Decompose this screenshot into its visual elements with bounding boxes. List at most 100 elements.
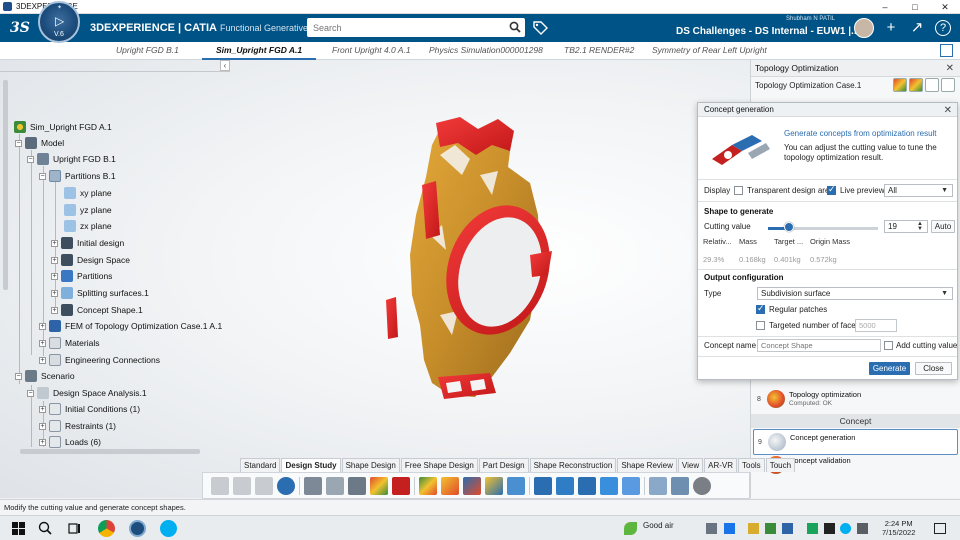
- compass-north-quadrant[interactable]: ✦: [57, 4, 62, 11]
- weather-status[interactable]: Good air: [643, 521, 674, 530]
- expand-icon[interactable]: +: [39, 405, 46, 413]
- tree-node-model[interactable]: − Model: [15, 136, 64, 150]
- help-icon[interactable]: ?: [935, 20, 951, 36]
- design-space-icon[interactable]: [304, 476, 322, 495]
- tree-node-scenario[interactable]: − Scenario: [15, 369, 75, 383]
- tray-icon[interactable]: [782, 523, 793, 534]
- transparent-design-area-checkbox[interactable]: [734, 186, 743, 195]
- move-icon[interactable]: [622, 476, 640, 495]
- search-input[interactable]: [307, 18, 497, 37]
- close-window-button[interactable]: ✕: [930, 0, 960, 14]
- tray-icon[interactable]: [724, 523, 735, 534]
- tree-node-loads[interactable]: + Loads (6): [39, 435, 101, 449]
- tree-node-partitions-b1[interactable]: − Partitions B.1: [39, 169, 116, 183]
- tab-physics-simulation[interactable]: Physics Simulation000001298: [429, 45, 543, 55]
- step-concept-generation[interactable]: 9 Concept generation: [753, 429, 958, 455]
- stress-icon[interactable]: [441, 476, 459, 495]
- tray-icon[interactable]: [765, 523, 776, 534]
- expand-icon[interactable]: +: [39, 438, 46, 446]
- optimized-upright-part[interactable]: [380, 115, 570, 405]
- copy-icon[interactable]: [233, 476, 251, 495]
- import-icon[interactable]: [348, 476, 366, 495]
- collapse-icon[interactable]: −: [39, 172, 46, 180]
- tab-standard[interactable]: Standard: [240, 458, 281, 472]
- optimization-icon[interactable]: [419, 476, 437, 495]
- step-topology-optimization[interactable]: 8 Topology optimization Computed: OK: [753, 387, 958, 413]
- material-icon[interactable]: [370, 476, 388, 495]
- tree-node-yz-plane[interactable]: yz plane: [64, 203, 112, 217]
- simulate-icon[interactable]: [693, 476, 711, 495]
- connection-icon[interactable]: [649, 476, 667, 495]
- tree-node-xy-plane[interactable]: xy plane: [64, 186, 112, 200]
- moment-icon[interactable]: [600, 476, 618, 495]
- tree-node-splitting-surfaces[interactable]: + Splitting surfaces.1: [51, 286, 149, 300]
- expand-icon[interactable]: +: [39, 356, 46, 364]
- targeted-faces-checkbox[interactable]: [756, 321, 765, 330]
- tab-sim-upright-fgd-a1[interactable]: Sim_Upright FGD A.1: [201, 45, 317, 60]
- generate-button[interactable]: Generate: [869, 362, 910, 375]
- type-select[interactable]: Subdivision surface ▼: [757, 287, 953, 300]
- share-icon[interactable]: ↗: [908, 19, 926, 37]
- tree-node-upright[interactable]: − Upright FGD B.1: [27, 152, 116, 166]
- auto-button[interactable]: Auto: [931, 220, 955, 233]
- tray-icon[interactable]: [807, 523, 818, 534]
- tree-node-zx-plane[interactable]: zx plane: [64, 219, 112, 233]
- avatar[interactable]: [854, 18, 874, 38]
- tab-design-study[interactable]: Design Study: [281, 458, 341, 472]
- paste-icon[interactable]: [255, 476, 273, 495]
- expand-icon[interactable]: +: [39, 322, 46, 330]
- plus-icon[interactable]: +: [882, 19, 900, 37]
- tab-symmetry-rear-left[interactable]: Symmetry of Rear Left Upright: [652, 45, 767, 55]
- expand-icon[interactable]: +: [51, 239, 58, 247]
- expand-icon[interactable]: +: [51, 272, 58, 280]
- cutting-value-input[interactable]: 19 ▲ ▼: [884, 220, 928, 233]
- pressure-icon[interactable]: [556, 476, 574, 495]
- undo-icon[interactable]: [277, 476, 295, 495]
- windows-start-icon[interactable]: [10, 520, 27, 537]
- tab-tools[interactable]: Tools: [738, 458, 765, 472]
- tab-view[interactable]: View: [677, 458, 704, 472]
- live-preview-checkbox[interactable]: [827, 184, 836, 195]
- collapse-icon[interactable]: −: [15, 372, 22, 380]
- tree-node-concept-shape[interactable]: + Concept Shape.1: [51, 303, 143, 317]
- tree-node-engineering-connections[interactable]: + Engineering Connections: [39, 353, 160, 367]
- case-results-icon[interactable]: [909, 78, 923, 92]
- wifi-icon[interactable]: [857, 523, 868, 534]
- notifications-icon[interactable]: [934, 523, 946, 534]
- warning-icon[interactable]: [392, 476, 410, 495]
- tree-node-design-space-analysis[interactable]: − Design Space Analysis.1: [27, 386, 147, 400]
- maximize-button[interactable]: □: [900, 0, 930, 14]
- tag-icon[interactable]: [532, 20, 548, 36]
- expand-icon[interactable]: +: [39, 339, 46, 347]
- tree-node-restraints[interactable]: + Restraints (1): [39, 419, 116, 433]
- collapse-icon[interactable]: −: [15, 139, 22, 147]
- close-icon[interactable]: ✕: [944, 104, 952, 118]
- partition-icon[interactable]: [326, 476, 344, 495]
- force-icon[interactable]: [578, 476, 596, 495]
- tab-tb21-render[interactable]: TB2.1 RENDER#2: [564, 45, 634, 55]
- expand-icon[interactable]: +: [51, 289, 58, 297]
- tree-node-materials[interactable]: + Materials: [39, 336, 99, 350]
- chrome-icon[interactable]: [98, 520, 115, 537]
- concept-name-input[interactable]: [757, 339, 881, 352]
- info-link[interactable]: Generate concepts from optimization resu…: [784, 129, 937, 138]
- close-icon[interactable]: ✕: [946, 63, 954, 74]
- tab-front-upright[interactable]: Front Upright 4.0 A.1: [332, 45, 411, 55]
- tree-node-root[interactable]: Sim_Upright FGD A.1: [14, 120, 112, 134]
- regular-patches-checkbox[interactable]: [756, 303, 765, 314]
- tab-ar-vr[interactable]: AR-VR: [704, 458, 737, 472]
- cut-icon[interactable]: [211, 476, 229, 495]
- skype-icon[interactable]: [160, 520, 177, 537]
- expand-icon[interactable]: +: [51, 256, 58, 264]
- collapse-icon[interactable]: −: [27, 155, 34, 163]
- spin-arrows-icon[interactable]: ▲ ▼: [917, 221, 923, 232]
- task-view-icon[interactable]: [66, 520, 83, 537]
- targeted-faces-input[interactable]: 5000: [855, 319, 897, 332]
- table-icon[interactable]: [925, 78, 939, 92]
- load-icon[interactable]: [507, 476, 525, 495]
- 3dexperience-taskbar-icon[interactable]: [129, 520, 146, 537]
- tab-free-shape-design[interactable]: Free Shape Design: [400, 458, 478, 472]
- tray-icon[interactable]: [748, 523, 759, 534]
- add-cutting-value-checkbox[interactable]: [884, 341, 893, 350]
- expand-icon[interactable]: +: [51, 306, 58, 314]
